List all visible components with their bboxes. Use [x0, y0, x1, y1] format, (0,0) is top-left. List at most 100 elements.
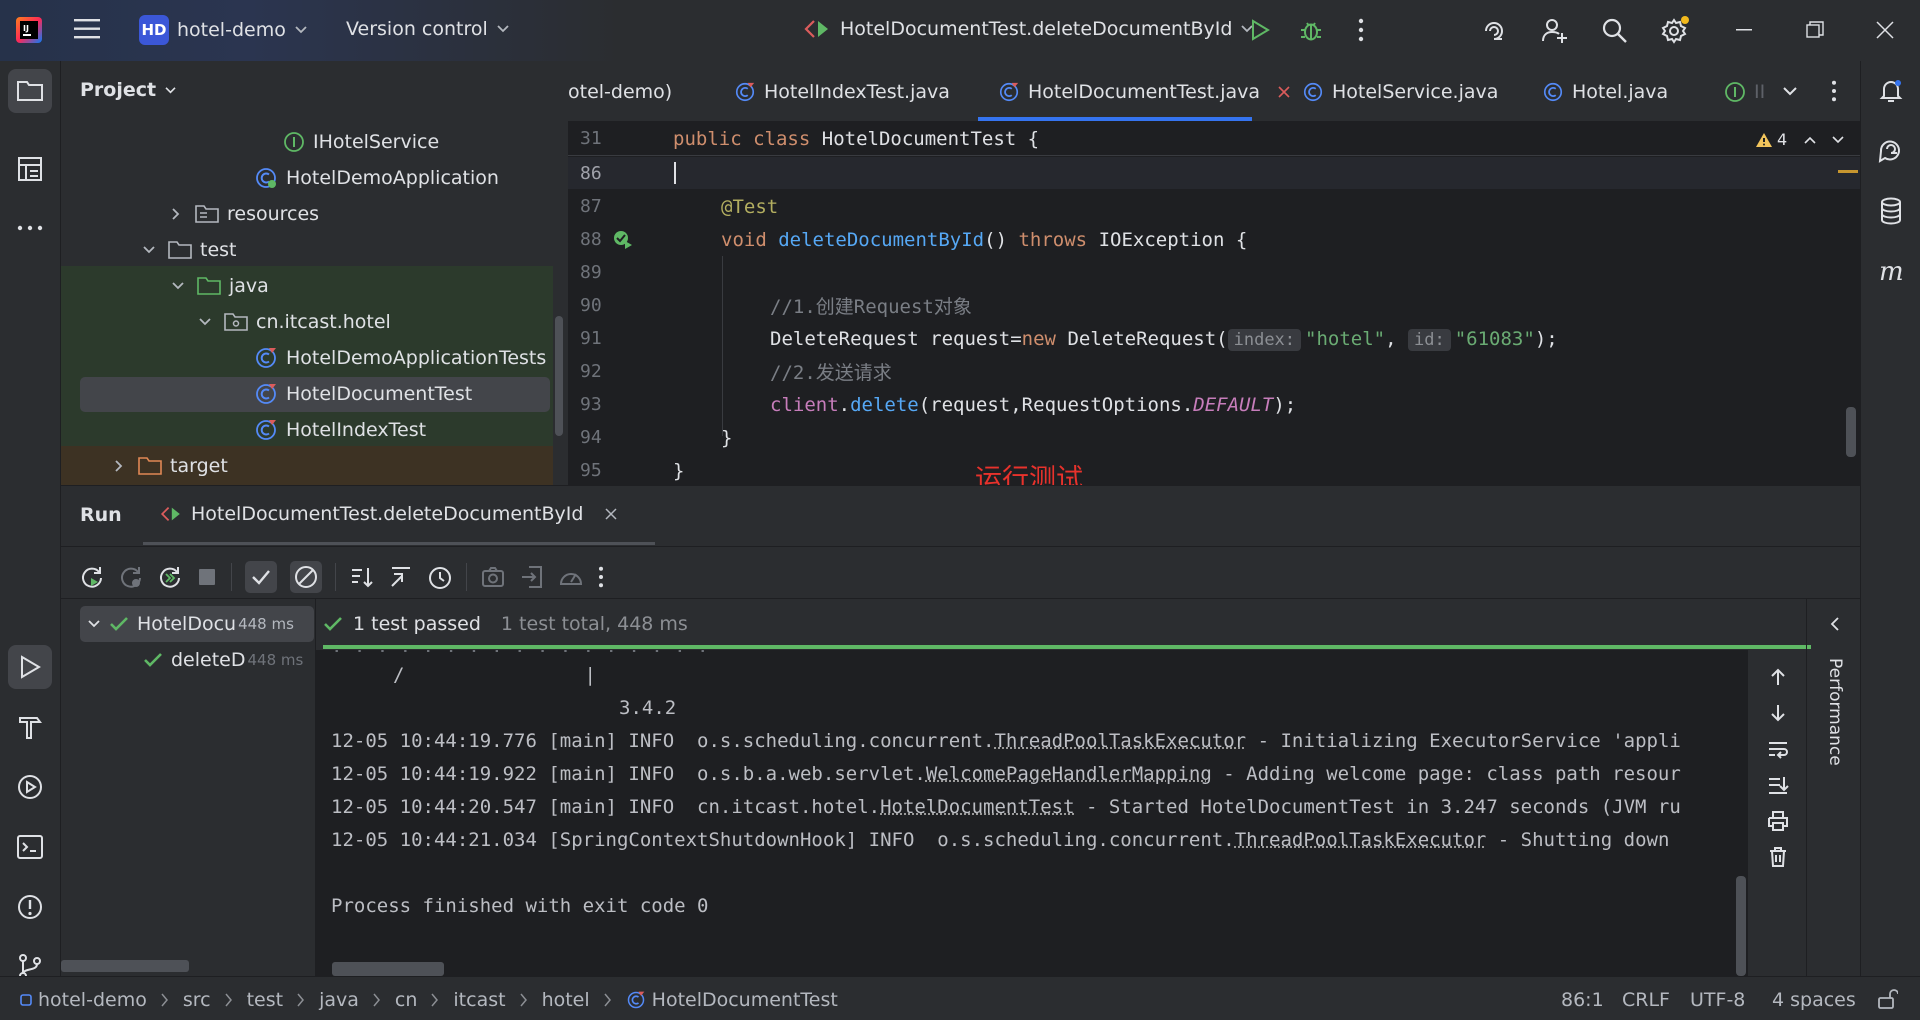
run-tab[interactable]: HotelDocumentTest.deleteDocumentById: [159, 503, 617, 525]
more-actions-icon[interactable]: [1357, 18, 1365, 42]
rerun-icon[interactable]: [79, 564, 105, 590]
print-icon[interactable]: [1767, 810, 1789, 832]
restore-icon[interactable]: [1806, 21, 1824, 39]
tab-hotelservice[interactable]: HotelService.java: [1302, 61, 1498, 121]
maven-icon[interactable]: m: [1869, 249, 1913, 293]
tabs-dropdown-icon[interactable]: [1782, 86, 1798, 96]
tree-scrollbar[interactable]: [61, 960, 189, 972]
console-v-scrollbar[interactable]: [1736, 876, 1746, 976]
terminal-icon[interactable]: [8, 825, 52, 869]
settings-gear-icon[interactable]: [1660, 15, 1690, 45]
tab-hotel[interactable]: Hotel.java: [1542, 61, 1668, 121]
test-history-icon[interactable]: [427, 564, 453, 590]
version-control-menu[interactable]: Version control: [346, 18, 510, 40]
breadcrumb-item[interactable]: java: [319, 989, 359, 1011]
code-line-90[interactable]: 90 //1.创建Request对象: [568, 289, 1860, 322]
run-test-gutter-icon[interactable]: [612, 229, 634, 251]
tree-item-package[interactable]: cn.itcast.hotel: [198, 304, 391, 340]
import-icon[interactable]: [519, 564, 545, 590]
code-line-91[interactable]: 91 DeleteRequest request=new DeleteReque…: [568, 322, 1860, 355]
run-icon[interactable]: [1248, 18, 1272, 42]
more-actions-icon[interactable]: [597, 566, 605, 588]
rerun-failed-icon[interactable]: [118, 564, 144, 590]
collapse-all-icon[interactable]: [388, 564, 414, 590]
project-scrollbar[interactable]: [555, 316, 563, 436]
run-tool-icon[interactable]: [8, 645, 52, 689]
tree-item-hoteldocumenttest[interactable]: HotelDocumentTest: [254, 376, 472, 412]
services-icon[interactable]: [8, 765, 52, 809]
chevron-down-icon[interactable]: [87, 619, 101, 629]
more-tools-icon[interactable]: [8, 206, 52, 250]
tree-item-hotelindextest[interactable]: HotelIndexTest: [254, 412, 426, 448]
console-h-scrollbar[interactable]: [332, 962, 444, 976]
chevron-right-icon[interactable]: [114, 459, 124, 473]
console-output[interactable]: · · · · · · · · · · · · · · · · · / | 3.4…: [316, 650, 1748, 976]
chevron-down-icon[interactable]: [142, 245, 156, 255]
breadcrumb-item[interactable]: src: [183, 989, 211, 1011]
tree-item-ihotelservice[interactable]: IHotelService: [283, 124, 439, 160]
search-icon[interactable]: [1601, 17, 1629, 45]
code-line-95[interactable]: 95 }: [568, 454, 1860, 485]
show-passed-icon[interactable]: [245, 561, 277, 593]
problems-icon[interactable]: [8, 885, 52, 929]
tab-project-file[interactable]: otel-demo): [568, 61, 672, 121]
tree-item-target[interactable]: target: [114, 448, 228, 484]
test-tree-root[interactable]: HotelDocu 448 ms: [87, 613, 294, 635]
project-tool-icon[interactable]: [8, 69, 52, 113]
tree-item-hoteldemoapplicationtests[interactable]: HotelDemoApplicationTests: [254, 340, 546, 376]
coverage-icon[interactable]: [558, 564, 584, 590]
tab-hotelindextest[interactable]: HotelIndexTest.java: [734, 61, 950, 121]
code-line-93[interactable]: 93 client.delete(request,RequestOptions.…: [568, 388, 1860, 421]
breadcrumb-item[interactable]: HotelDocumentTest: [652, 989, 838, 1011]
ai-assistant-icon[interactable]: [1480, 17, 1508, 45]
arrow-up-icon[interactable]: [1767, 666, 1789, 688]
ai-chat-icon[interactable]: [1869, 129, 1913, 173]
editor-scrollbar[interactable]: [1846, 407, 1856, 457]
code-line-89[interactable]: 89: [568, 256, 1860, 289]
stop-icon[interactable]: [196, 566, 218, 588]
minimize-icon[interactable]: [1736, 29, 1752, 31]
screenshot-icon[interactable]: [480, 564, 506, 590]
tree-item-hoteldemoapplication[interactable]: HotelDemoApplication: [254, 160, 499, 196]
run-config-selector[interactable]: HotelDocumentTest.deleteDocumentById: [802, 18, 1254, 40]
code-line-94[interactable]: 94 }: [568, 421, 1860, 454]
code-line-88[interactable]: 88 void deleteDocumentById() throws IOEx…: [568, 223, 1860, 256]
tree-item-java[interactable]: java: [171, 268, 269, 304]
build-hammer-icon[interactable]: [8, 705, 52, 749]
breadcrumb-item[interactable]: hotel-demo: [38, 989, 147, 1011]
inspection-widget[interactable]: 4: [1755, 130, 1845, 149]
close-tab-icon[interactable]: [1278, 85, 1290, 98]
collapse-panel-icon[interactable]: [1830, 616, 1840, 632]
add-user-icon[interactable]: [1541, 16, 1569, 44]
main-menu-icon[interactable]: [74, 17, 102, 41]
breadcrumb-item[interactable]: cn: [395, 989, 418, 1011]
code-line-87[interactable]: 87 @Test: [568, 190, 1860, 223]
tab-hoteldocumenttest[interactable]: HotelDocumentTest.java: [998, 61, 1290, 121]
database-icon[interactable]: [1869, 189, 1913, 233]
chevron-down-icon[interactable]: [171, 281, 185, 291]
warning-marker[interactable]: [1838, 170, 1858, 173]
chevron-down-icon[interactable]: [1831, 135, 1845, 145]
tab-overflow-interface[interactable]: II: [1724, 61, 1765, 121]
project-switcher[interactable]: HD hotel-demo: [139, 15, 308, 45]
code-line-86[interactable]: 86: [568, 157, 1860, 190]
arrow-down-icon[interactable]: [1767, 702, 1789, 724]
code-line-92[interactable]: 92 //2.发送请求: [568, 355, 1860, 388]
code-editor[interactable]: 31 public class HotelDocumentTest { 4 86…: [568, 122, 1860, 485]
tab-actions-icon[interactable]: [1830, 80, 1838, 102]
line-separator[interactable]: CRLF: [1622, 989, 1670, 1011]
notifications-bell-icon[interactable]: [1869, 69, 1913, 113]
test-tree-child[interactable]: deleteD 448 ms: [143, 649, 303, 671]
soft-wrap-icon[interactable]: [1767, 738, 1789, 760]
structure-tool-icon[interactable]: [8, 147, 52, 191]
performance-side-tab[interactable]: Performance: [1823, 658, 1847, 768]
debug-icon[interactable]: [1298, 17, 1324, 43]
close-window-icon[interactable]: [1876, 21, 1894, 39]
sticky-line[interactable]: 31 public class HotelDocumentTest {: [568, 122, 1860, 155]
sort-icon[interactable]: [349, 564, 375, 590]
project-panel-header[interactable]: Project: [80, 79, 177, 101]
file-encoding[interactable]: UTF-8: [1690, 989, 1745, 1011]
close-tab-icon[interactable]: [605, 508, 617, 520]
caret-position[interactable]: 86:1: [1561, 989, 1604, 1011]
chevron-up-icon[interactable]: [1803, 135, 1817, 145]
